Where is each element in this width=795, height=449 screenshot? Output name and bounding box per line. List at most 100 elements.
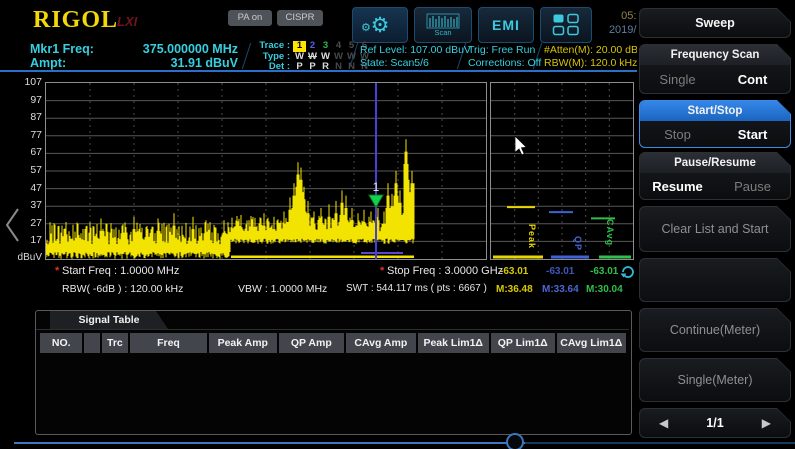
start-stop-header: Start/Stop — [640, 101, 790, 121]
column-peak-lim: Peak Lim1Δ — [418, 333, 489, 353]
y-axis-unit: dBuV — [10, 252, 42, 263]
option-single[interactable]: Single — [640, 65, 715, 93]
trace-row-label: Trace : — [252, 41, 290, 52]
marker-ampt-label: Ampt: — [30, 56, 66, 70]
spectrum-trace: 1 — [46, 83, 486, 259]
option-resume[interactable]: Resume — [640, 173, 715, 199]
start-freq-marker: * — [55, 265, 59, 277]
gear-small-icon: ⚙ — [361, 23, 371, 34]
scan-icon — [426, 13, 460, 29]
rbw-meter-text: RBW(M): 120.0 kHz — [544, 57, 638, 70]
column-freq: Freq — [130, 333, 207, 353]
stop-freq-text: Stop Freq : 3.0000 GHz — [387, 265, 503, 277]
atten-text: #Atten(M): 20.00 dB — [544, 44, 638, 57]
marker-freq-label: Mkr1 Freq: — [30, 42, 94, 56]
frequency-scan-header: Frequency Scan — [640, 45, 790, 65]
y-axis-tick: 77 — [14, 129, 42, 141]
page-indicator: 1/1 — [706, 416, 723, 430]
column-qp-lim: QP Lim1Δ — [491, 333, 555, 353]
window-layout-button[interactable] — [540, 7, 592, 43]
y-axis-tick: 97 — [14, 94, 42, 106]
panel-collapse-chevron-icon[interactable] — [4, 206, 22, 244]
meter-label-cavg: CAvg — [605, 219, 615, 246]
softkey-clear-list-and-start[interactable]: Clear List and Start — [639, 206, 791, 252]
scan-state-text: State: Scan5/6 — [360, 57, 471, 70]
trace-3-number[interactable]: 3 — [319, 41, 332, 52]
menu-title-label: Sweep — [640, 9, 790, 37]
trace-5-number[interactable]: 5 — [345, 41, 358, 52]
qp-limit-delta: -63.01 — [546, 266, 586, 277]
trace-2-number[interactable]: 2 — [306, 41, 319, 52]
emi-button-label: EMI — [492, 17, 520, 33]
clear-list-label: Clear List and Start — [640, 207, 790, 251]
bottom-slider-handle[interactable] — [506, 433, 524, 449]
continue-meter-label: Continue(Meter) — [640, 309, 790, 351]
status-atten: #Atten(M): 20.00 dB RBW(M): 120.0 kHz — [544, 44, 638, 70]
rbw-text: RBW( -6dB ) : 120.00 kHz — [62, 283, 183, 295]
meter-label-qp: QP — [573, 236, 583, 251]
status-trigger: Trig: Free Run Corrections: Off — [468, 44, 541, 70]
mouse-cursor-icon — [514, 136, 528, 156]
rigol-logo: RIGOL — [33, 7, 118, 34]
header-separator-line — [0, 70, 638, 72]
cispr-button[interactable]: CISPR — [277, 10, 323, 26]
refresh-icon[interactable] — [620, 265, 636, 279]
header-divider — [242, 43, 251, 69]
softkey-start-stop[interactable]: Start/Stop Stop Start — [639, 100, 791, 148]
bottom-slider-track — [14, 442, 525, 444]
status-ref-level: Ref Level: 107.00 dBuV State: Scan5/6 — [360, 44, 471, 70]
column-blank — [84, 333, 99, 353]
menu-title-sweep: Sweep — [639, 8, 791, 38]
start-freq-text: Start Freq : 1.0000 MHz — [62, 265, 179, 277]
scan-mode-button[interactable]: Scan — [414, 7, 472, 43]
trace-legend: Trace : 1 2 3 4 5 6 Type : W W W W W W D… — [252, 41, 371, 73]
signal-table-header-row: NO. Trc Freq Peak Amp QP Amp CAvg Amp Pe… — [40, 333, 626, 353]
column-cavg-lim: CAvg Lim1Δ — [557, 333, 626, 353]
signal-table-tab[interactable]: Signal Table — [50, 311, 168, 329]
bottom-slider-track-dim — [525, 442, 795, 444]
system-settings-button[interactable]: ⚙ ⚙ — [352, 7, 408, 43]
option-start[interactable]: Start — [715, 121, 790, 147]
pause-resume-header: Pause/Resume — [640, 153, 790, 173]
option-stop[interactable]: Stop — [640, 121, 715, 147]
peak-limit-delta: -63.01 — [500, 266, 540, 277]
vbw-text: VBW : 1.0000 MHz — [238, 283, 327, 295]
trigger-text: Trig: Free Run — [468, 44, 541, 57]
column-qp-amp: QP Amp — [279, 333, 345, 353]
option-pause[interactable]: Pause — [715, 173, 790, 199]
corrections-text: Corrections: Off — [468, 57, 541, 70]
svg-text:1: 1 — [373, 180, 380, 194]
softkey-empty — [639, 258, 791, 302]
column-no: NO. — [40, 333, 82, 353]
marker-ampt-value: 31.91 dBuV — [171, 56, 238, 70]
softkey-single-meter[interactable]: Single(Meter) — [639, 358, 791, 402]
trace-4-number[interactable]: 4 — [332, 41, 345, 52]
y-axis-tick: 107 — [14, 76, 42, 88]
qp-meter-value: M:33.64 — [542, 284, 588, 295]
softkey-continue-meter[interactable]: Continue(Meter) — [639, 308, 791, 352]
marker-readout: Mkr1 Freq: 375.000000 MHz Ampt: 31.91 dB… — [30, 42, 238, 70]
y-axis-tick: 87 — [14, 111, 42, 123]
y-axis-tick: 57 — [14, 164, 42, 176]
column-trc: Trc — [102, 333, 128, 353]
y-axis-tick: 47 — [14, 182, 42, 194]
window-layout-icon — [552, 13, 580, 37]
menu-pager: ◀ 1/1 ▶ — [639, 408, 791, 438]
gear-icon: ⚙ — [371, 15, 390, 36]
softkey-frequency-scan[interactable]: Frequency Scan Single Cont — [639, 44, 791, 94]
single-meter-label: Single(Meter) — [640, 359, 790, 401]
page-prev-icon[interactable]: ◀ — [659, 416, 668, 430]
lxi-badge: LXI — [117, 14, 137, 29]
emi-mode-button[interactable]: EMI — [478, 7, 534, 43]
trace-1-number[interactable]: 1 — [293, 41, 306, 52]
peak-meter-value: M:36.48 — [496, 284, 542, 295]
softkey-pause-resume[interactable]: Pause/Resume Resume Pause — [639, 152, 791, 200]
scan-button-caption: Scan — [434, 28, 451, 37]
option-cont[interactable]: Cont — [715, 65, 790, 93]
signal-table-tab-divider — [36, 329, 629, 330]
spectrum-plot[interactable]: 1 — [45, 82, 487, 260]
page-next-icon[interactable]: ▶ — [762, 416, 771, 430]
meter-label-peak: Peak — [527, 224, 537, 249]
preamp-toggle-button[interactable]: PA on — [228, 10, 272, 26]
column-cavg-amp: CAvg Amp — [346, 333, 415, 353]
